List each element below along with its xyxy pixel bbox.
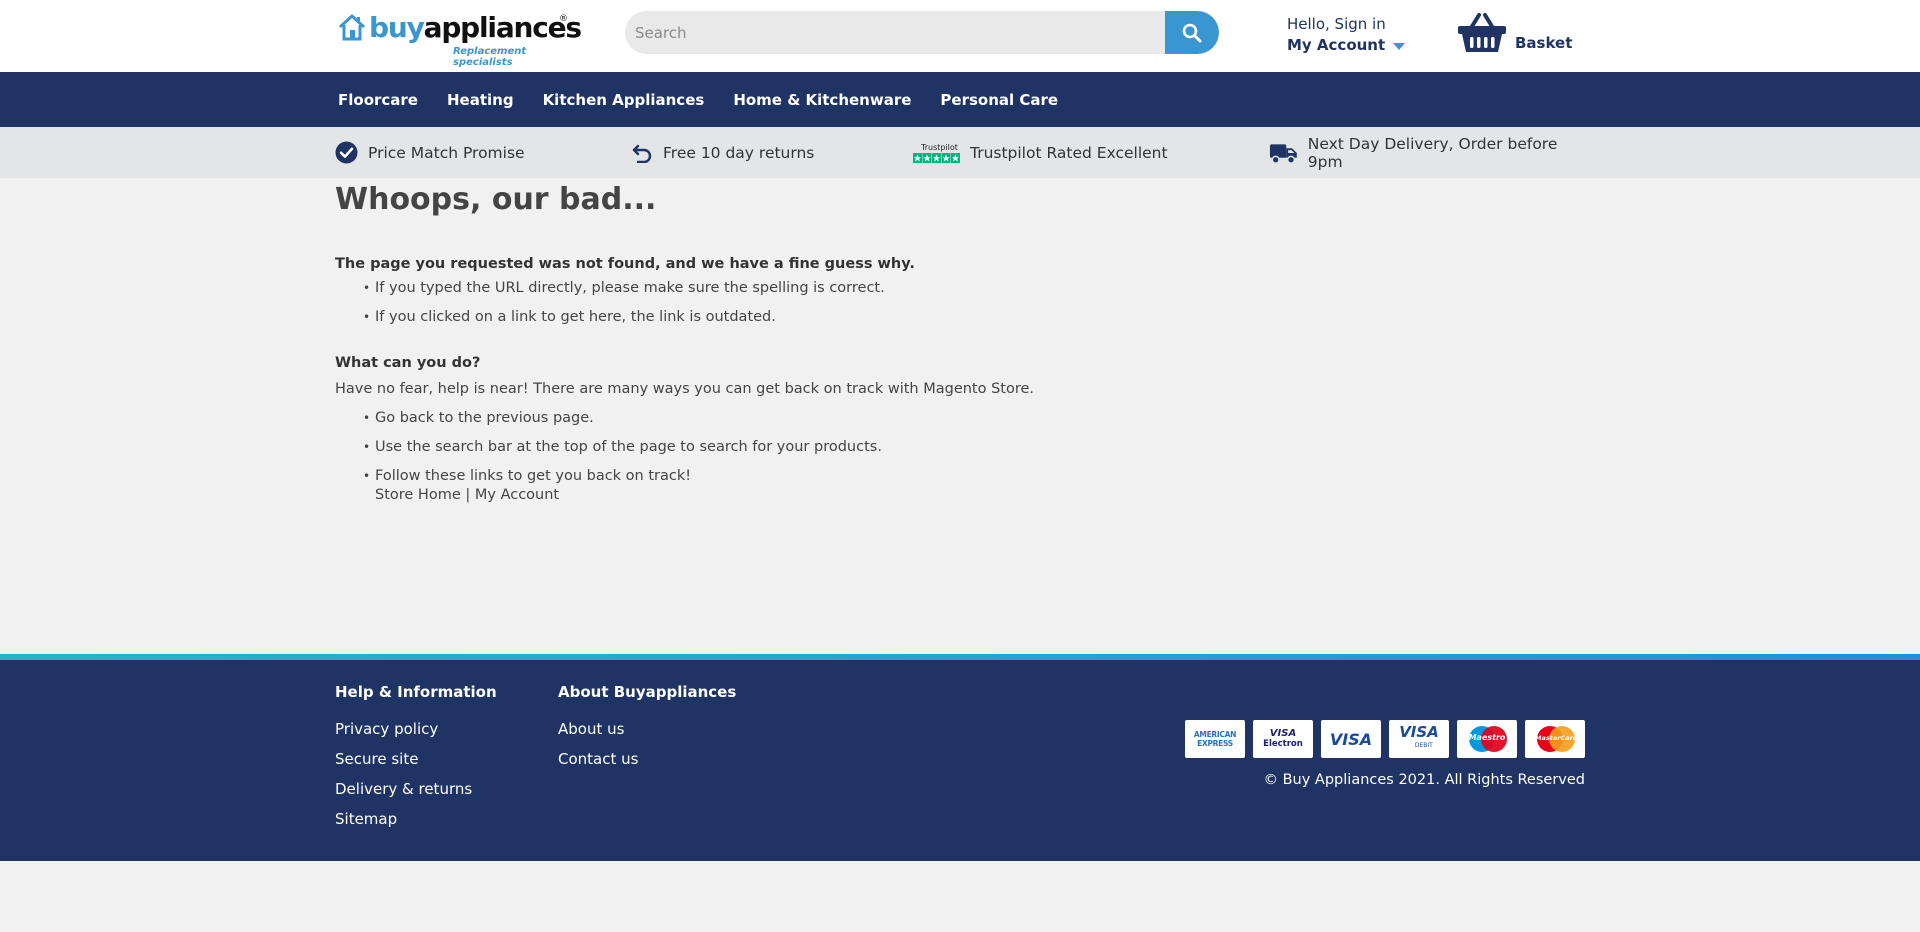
usp-price-match: Price Match Promise (335, 127, 525, 178)
help-text: Have no fear, help is near! There are ma… (335, 381, 1035, 397)
nav-item-personal-care[interactable]: Personal Care (940, 91, 1058, 109)
payment-cards: AMERICAN EXPRESS VISA Electron VISA VISA… (1185, 720, 1585, 758)
store-home-link[interactable]: Store Home (375, 487, 461, 503)
site-header: buyappliances ® Replacement specialists … (0, 0, 1920, 72)
my-account-dropdown[interactable]: My Account (1287, 34, 1406, 56)
recovery-links: Store Home | My Account (375, 487, 559, 503)
footer-about-column: About Buyappliances About us Contact us (558, 682, 736, 779)
visa-icon: VISA (1321, 720, 1381, 758)
nav-item-floorcare[interactable]: Floorcare (338, 91, 418, 109)
main-navigation: Floorcare Heating Kitchen Appliances Hom… (0, 72, 1920, 127)
usp-label: Price Match Promise (368, 143, 525, 162)
usp-label: Free 10 day returns (663, 143, 815, 162)
list-item: Use the search bar at the top of the pag… (363, 438, 1585, 457)
actions-list: Go back to the previous page. Use the se… (363, 409, 1585, 505)
my-account-label: My Account (1287, 36, 1386, 54)
house-logo-icon (338, 14, 366, 41)
usp-next-day-delivery: Next Day Delivery, Order before 9pm (1269, 127, 1585, 178)
not-found-heading: The page you requested was not found, an… (335, 256, 915, 272)
usp-bar: Price Match Promise Free 10 day returns … (0, 127, 1920, 178)
search-button[interactable] (1165, 11, 1219, 54)
footer-about-heading: About Buyappliances (558, 683, 737, 701)
basket-label: Basket (1515, 34, 1573, 52)
nav-item-kitchen-appliances[interactable]: Kitchen Appliances (543, 91, 705, 109)
privacy-policy-link[interactable]: Privacy policy (335, 719, 497, 739)
account-menu[interactable]: Hello, Sign in My Account (1287, 14, 1406, 56)
maestro-icon: Maestro (1457, 720, 1517, 758)
basket-icon (1458, 13, 1506, 52)
logo-part-appliances: appliances (423, 11, 582, 44)
list-item: Go back to the previous page. (363, 409, 1585, 428)
usp-free-returns: Free 10 day returns (631, 127, 814, 178)
basket-button[interactable]: Basket (1457, 12, 1572, 54)
registered-mark: ® (559, 14, 568, 24)
list-item: If you typed the URL directly, please ma… (363, 279, 1585, 298)
trustpilot-badge: Trustpilot (913, 143, 960, 163)
search-input[interactable] (625, 11, 1165, 54)
secure-site-link[interactable]: Secure site (335, 749, 497, 769)
logo-part-buy: buy (369, 11, 425, 44)
trustpilot-stars-icon (913, 152, 960, 163)
return-arrow-icon (632, 144, 652, 163)
card-text: VISA (1329, 729, 1373, 749)
card-text: MasterCard (1535, 734, 1578, 742)
list-item: If you clicked on a link to get here, th… (363, 308, 1585, 327)
usp-trustpilot[interactable]: Trustpilot Trustpilot Rated Excellent (913, 127, 1168, 178)
sign-in-greeting[interactable]: Hello, Sign in (1287, 14, 1405, 34)
nav-item-heating[interactable]: Heating (447, 91, 514, 109)
site-footer: Help & Information Privacy policy Secure… (0, 654, 1920, 861)
check-circle-icon (335, 141, 358, 164)
trustpilot-wordmark: Trustpilot (921, 142, 958, 152)
follow-links-text: Follow these links to get you back on tr… (375, 468, 692, 484)
visa-electron-icon: VISA Electron (1253, 720, 1313, 758)
sitemap-link[interactable]: Sitemap (335, 809, 497, 829)
list-item: Follow these links to get you back on tr… (363, 467, 1585, 505)
card-text: VISA (1269, 728, 1297, 739)
contact-us-link[interactable]: Contact us (558, 749, 736, 769)
chevron-down-icon (1393, 43, 1406, 50)
card-text: VISA (1399, 723, 1439, 741)
what-can-you-do-heading: What can you do? (335, 355, 481, 371)
delivery-returns-link[interactable]: Delivery & returns (335, 779, 497, 799)
amex-icon: AMERICAN EXPRESS (1185, 720, 1245, 758)
main-content: Whoops, our bad... The page you requeste… (0, 178, 1920, 505)
footer-help-heading: Help & Information (335, 683, 497, 701)
copyright-text: © Buy Appliances 2021. All Rights Reserv… (1263, 772, 1586, 788)
reasons-list: If you typed the URL directly, please ma… (363, 279, 1585, 327)
card-text: Electron (1263, 739, 1303, 749)
my-account-link[interactable]: My Account (475, 487, 559, 503)
card-text: Maestro (1468, 733, 1506, 742)
logo-wordmark: buyappliances (369, 11, 582, 44)
card-text: EXPRESS (1197, 739, 1233, 748)
search-bar (625, 11, 1219, 54)
about-us-link[interactable]: About us (558, 719, 736, 739)
usp-label: Next Day Delivery, Order before 9pm (1307, 134, 1558, 171)
visa-debit-icon: VISA DEBIT (1389, 720, 1449, 758)
nav-item-home-kitchenware[interactable]: Home & Kitchenware (733, 91, 911, 109)
footer-help-column: Help & Information Privacy policy Secure… (335, 682, 497, 839)
delivery-truck-icon (1269, 143, 1297, 164)
link-separator: | (465, 487, 471, 503)
search-icon (1182, 23, 1202, 42)
usp-label: Trustpilot Rated Excellent (970, 143, 1168, 162)
card-text: AMERICAN (1193, 730, 1237, 739)
buyappliances-logo[interactable]: buyappliances ® Replacement specialists (337, 10, 582, 68)
logo-tagline: Replacement specialists (453, 46, 527, 68)
mastercard-icon: MasterCard (1525, 720, 1585, 758)
page-title: Whoops, our bad... (335, 182, 657, 217)
